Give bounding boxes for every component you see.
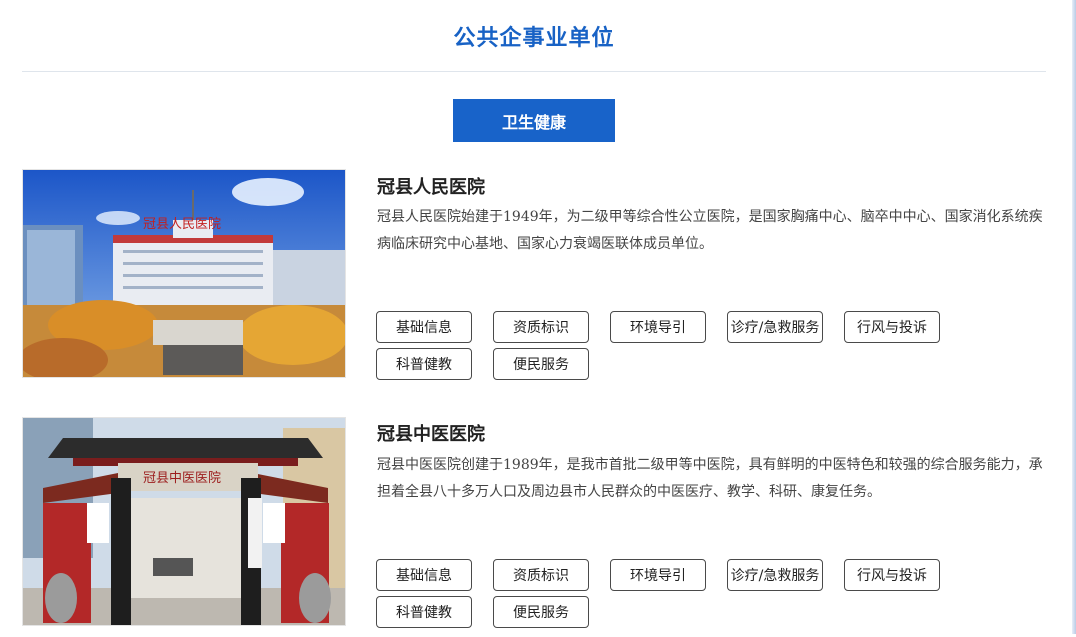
qualification-button[interactable]: 资质标识 <box>493 311 589 343</box>
qualification-button[interactable]: 资质标识 <box>493 559 589 591</box>
basic-info-button[interactable]: 基础信息 <box>376 559 472 591</box>
tab-health[interactable]: 卫生健康 <box>453 99 615 142</box>
basic-info-button[interactable]: 基础信息 <box>376 311 472 343</box>
page-title: 公共企事业单位 <box>453 26 615 51</box>
unit-description: 冠县人民医院始建于1949年，为二级甲等综合性公立医院，是国家胸痛中心、脑卒中中… <box>377 209 1043 252</box>
health-education-button[interactable]: 科普健教 <box>376 348 472 380</box>
hospital-photo[interactable]: 冠县中医医院 <box>22 417 346 626</box>
unit-card-renmin-hospital: 冠县人民医院 冠县人民医院 冠县人民医院始建于1949年，为二级甲等综合性公立医… <box>0 169 1076 389</box>
health-education-button[interactable]: 科普健教 <box>376 596 472 628</box>
hospital-sign-text: 冠县中医医院 <box>143 471 221 486</box>
hospital-photo[interactable]: 冠县人民医院 <box>22 169 346 378</box>
environment-guide-button[interactable]: 环境导引 <box>610 311 706 343</box>
title-divider <box>22 71 1046 72</box>
service-buttons: 基础信息 资质标识 环境导引 诊疗/急救服务 行风与投诉 科普健教 便民服务 <box>376 559 976 628</box>
treatment-emergency-button[interactable]: 诊疗/急救服务 <box>727 311 823 343</box>
conduct-complaint-button[interactable]: 行风与投诉 <box>844 559 940 591</box>
unit-description: 冠县中医医院创建于1989年，是我市首批二级甲等中医院，具有鲜明的中医特色和较强… <box>377 457 1043 500</box>
convenience-services-button[interactable]: 便民服务 <box>493 596 589 628</box>
conduct-complaint-button[interactable]: 行风与投诉 <box>844 311 940 343</box>
treatment-emergency-button[interactable]: 诊疗/急救服务 <box>727 559 823 591</box>
convenience-services-button[interactable]: 便民服务 <box>493 348 589 380</box>
unit-card-tcm-hospital: 冠县中医医院 冠县中医医院 冠县中医医院创建于1989年，是我市首批二级甲等中医… <box>0 417 1076 637</box>
hospital-sign-text: 冠县人民医院 <box>143 217 221 232</box>
unit-name[interactable]: 冠县人民医院 <box>377 173 485 199</box>
service-buttons: 基础信息 资质标识 环境导引 诊疗/急救服务 行风与投诉 科普健教 便民服务 <box>376 311 976 380</box>
unit-name[interactable]: 冠县中医医院 <box>377 420 485 446</box>
environment-guide-button[interactable]: 环境导引 <box>610 559 706 591</box>
